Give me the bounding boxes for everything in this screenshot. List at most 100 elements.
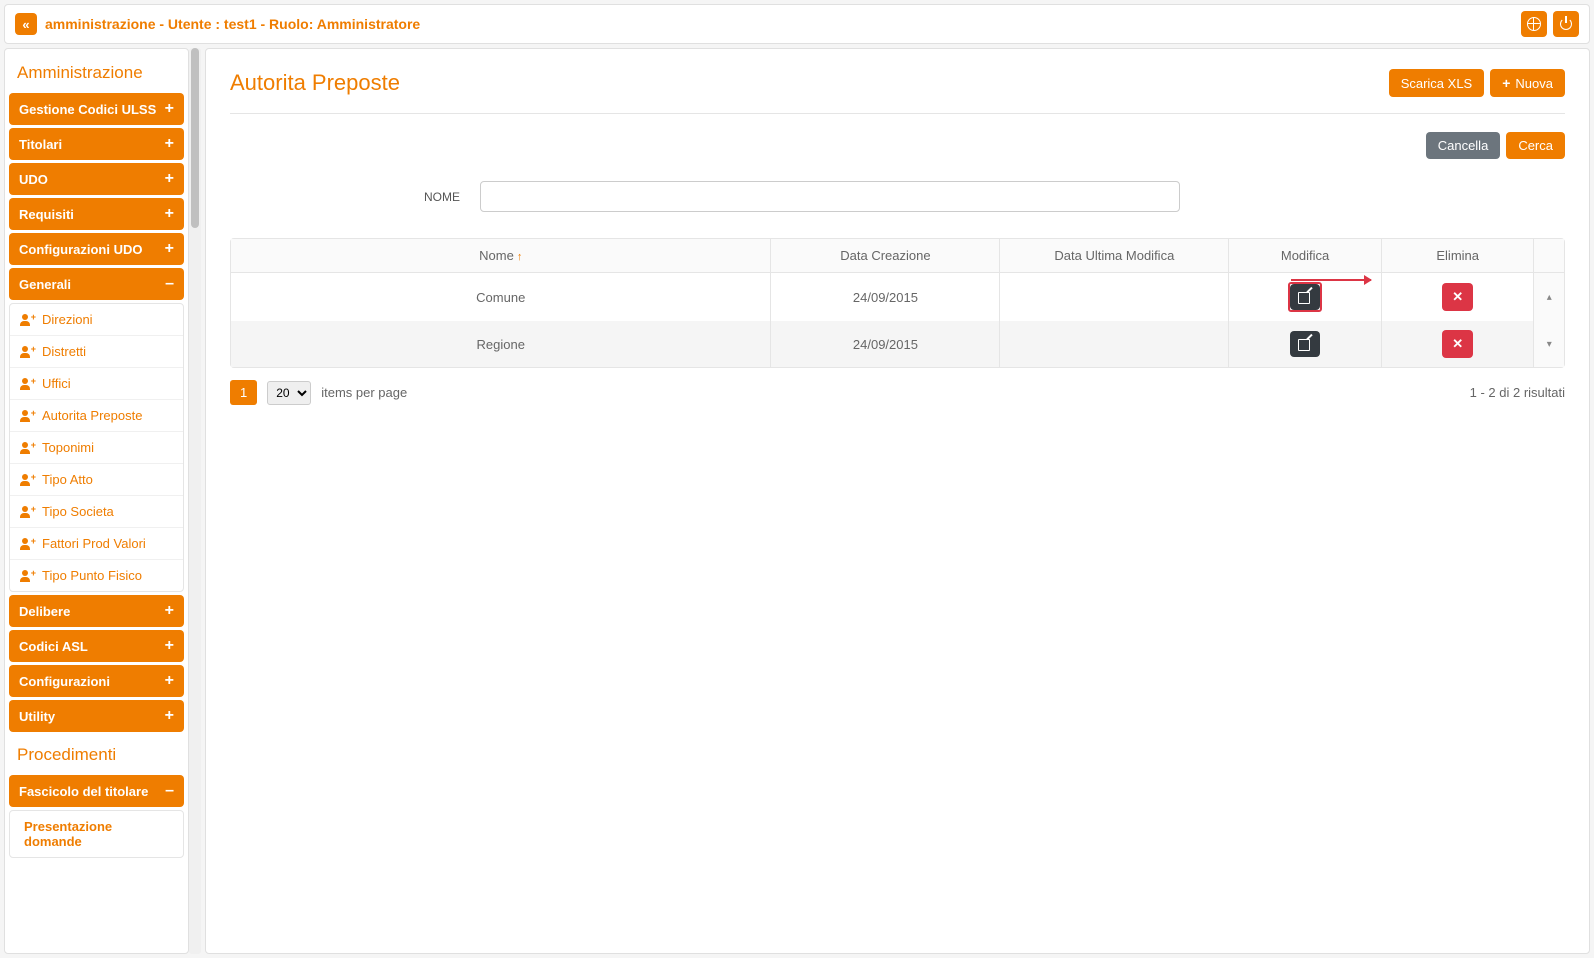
scroll-down[interactable]: ▾ (1534, 321, 1564, 367)
menu-label: Delibere (19, 604, 70, 619)
table-scroll-header (1534, 239, 1564, 273)
sidebar-item-fascicolo-titolare[interactable]: Fascicolo del titolare – (9, 775, 184, 807)
submenu-tipo-atto[interactable]: + Tipo Atto (10, 464, 183, 496)
submenu-uffici[interactable]: +Uffici (10, 368, 183, 400)
menu-label: Utility (19, 709, 55, 724)
search-button[interactable]: Cerca (1506, 132, 1565, 159)
delete-button[interactable]: ✕ (1442, 283, 1473, 311)
submenu-presentazione-domande[interactable]: Presentazione domande (10, 811, 183, 857)
cancel-button[interactable]: Cancella (1426, 132, 1501, 159)
menu-label: Codici ASL (19, 639, 88, 654)
logout-button[interactable] (1553, 11, 1579, 37)
chevron-left-icon: « (22, 17, 29, 32)
user-icon: + (20, 314, 34, 326)
submenu-tipo-punto-fisico[interactable]: + Tipo Punto Fisico (10, 560, 183, 591)
submenu-fascicolo: Presentazione domande (9, 810, 184, 858)
user-icon: + (20, 570, 34, 582)
page-size-select[interactable]: 20 (267, 381, 311, 405)
menu-label: Requisiti (19, 207, 74, 222)
sidebar-scrollbar[interactable] (189, 48, 201, 954)
col-modifica: Modifica (1229, 239, 1382, 273)
sidebar-section-procedimenti: Procedimenti (9, 735, 184, 775)
col-data-creazione[interactable]: Data Creazione (771, 239, 1000, 273)
sidebar-item-configurazioni[interactable]: Configurazioni + (9, 665, 184, 697)
plus-icon: + (165, 136, 174, 152)
plus-icon: + (165, 206, 174, 222)
scrollbar-thumb[interactable] (191, 48, 199, 228)
close-icon: ✕ (1452, 289, 1463, 305)
user-icon: + (20, 474, 34, 486)
new-button[interactable]: + Nuova (1490, 69, 1565, 97)
sort-asc-icon: ↑ (517, 251, 523, 263)
minus-icon: – (165, 783, 174, 799)
filter-nome-input[interactable] (480, 181, 1180, 212)
plus-icon: + (165, 171, 174, 187)
submenu-label: Distretti (42, 344, 86, 359)
cell-nome: Regione (231, 321, 771, 367)
submenu-tipo-societa[interactable]: + Tipo Societa (10, 496, 183, 528)
col-nome[interactable]: Nome↑ (231, 239, 771, 273)
sidebar-item-generali[interactable]: Generali – (9, 268, 184, 300)
plus-icon: + (165, 603, 174, 619)
main-content: Autorita Preposte Scarica XLS + Nuova Ca… (205, 48, 1590, 954)
download-xls-button[interactable]: Scarica XLS (1389, 69, 1485, 97)
delete-button[interactable]: ✕ (1442, 330, 1473, 358)
globe-icon (1527, 17, 1541, 31)
sidebar-container: Amministrazione Gestione Codici ULSS + T… (4, 48, 201, 954)
plus-icon: + (165, 638, 174, 654)
table-header-row: Nome↑ Data Creazione Data Ultima Modific… (231, 239, 1564, 273)
cell-edit (1229, 321, 1382, 367)
edit-button[interactable] (1290, 331, 1320, 357)
plus-icon: + (165, 673, 174, 689)
sidebar-item-configurazioni-udo[interactable]: Configurazioni UDO + (9, 233, 184, 265)
sidebar-item-requisiti[interactable]: Requisiti + (9, 198, 184, 230)
plus-icon: + (165, 241, 174, 257)
sidebar-item-delibere[interactable]: Delibere + (9, 595, 184, 627)
submenu-fattori-prod-valori[interactable]: +Fattori Prod Valori (10, 528, 183, 560)
submenu-direzioni[interactable]: + Direzioni (10, 304, 183, 336)
submenu-label: Tipo Atto (42, 472, 93, 487)
submenu-label: Tipo Societa (42, 504, 114, 519)
menu-label: Fascicolo del titolare (19, 784, 148, 799)
cell-creazione: 24/09/2015 (771, 321, 1000, 367)
cell-nome: Comune (231, 273, 771, 322)
plus-icon: + (1502, 75, 1510, 91)
submenu-label: Presentazione domande (24, 819, 173, 849)
user-icon: + (20, 506, 34, 518)
sidebar-item-gestione-codici-ulss[interactable]: Gestione Codici ULSS + (9, 93, 184, 125)
sidebar-item-codici-asl[interactable]: Codici ASL + (9, 630, 184, 662)
submenu-label: Direzioni (42, 312, 93, 327)
language-button[interactable] (1521, 11, 1547, 37)
menu-label: Configurazioni (19, 674, 110, 689)
menu-label: UDO (19, 172, 48, 187)
table-row: Regione 24/09/2015 ✕ ▾ (231, 321, 1564, 367)
submenu-label: Tipo Punto Fisico (42, 568, 142, 583)
col-data-ultima-modifica[interactable]: Data Ultima Modifica (1000, 239, 1229, 273)
submenu-distretti[interactable]: +Distretti (10, 336, 183, 368)
sidebar-section-amministrazione: Amministrazione (9, 53, 184, 93)
results-summary: 1 - 2 di 2 risultati (1470, 385, 1565, 400)
new-button-label: Nuova (1515, 76, 1553, 91)
sidebar-collapse-button[interactable]: « (15, 13, 37, 35)
sidebar-item-titolari[interactable]: Titolari + (9, 128, 184, 160)
user-icon: + (20, 378, 34, 390)
topbar: « amministrazione - Utente : test1 - Ruo… (4, 4, 1590, 44)
sidebar-item-utility[interactable]: Utility + (9, 700, 184, 732)
menu-label: Gestione Codici ULSS (19, 102, 156, 117)
topbar-left: « amministrazione - Utente : test1 - Ruo… (15, 13, 420, 35)
submenu-autorita-preposte[interactable]: +Autorita Preposte (10, 400, 183, 432)
page-header: Autorita Preposte Scarica XLS + Nuova (230, 69, 1565, 114)
cell-creazione: 24/09/2015 (771, 273, 1000, 322)
submenu-toponimi[interactable]: +Toponimi (10, 432, 183, 464)
sidebar-item-udo[interactable]: UDO + (9, 163, 184, 195)
plus-icon: + (165, 708, 174, 724)
chevron-up-icon: ▴ (1544, 292, 1554, 303)
submenu-label: Fattori Prod Valori (42, 536, 146, 551)
chevron-down-icon: ▾ (1544, 339, 1554, 350)
current-page[interactable]: 1 (230, 380, 257, 405)
scroll-up[interactable]: ▴ (1534, 273, 1564, 322)
action-row: Cancella Cerca (230, 132, 1565, 159)
edit-button[interactable] (1290, 284, 1320, 310)
user-icon: + (20, 410, 34, 422)
cell-delete: ✕ (1381, 273, 1534, 322)
